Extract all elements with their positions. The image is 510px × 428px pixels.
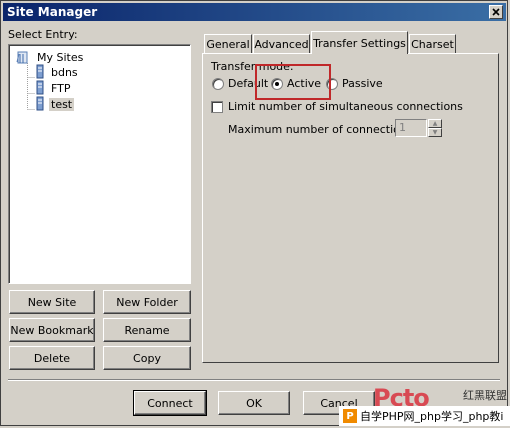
tree-item-test[interactable]: test <box>35 96 75 112</box>
new-folder-button[interactable]: New Folder <box>103 290 191 314</box>
tab-transfer-settings[interactable]: Transfer Settings <box>311 31 408 54</box>
server-icon <box>36 80 44 95</box>
watermark-bar: P 自学PHP网_php学习_php教i <box>339 406 510 426</box>
new-bookmark-button[interactable]: New Bookmark <box>9 318 95 342</box>
tree-item-label: test <box>49 97 75 111</box>
tree-item-label: bdns <box>51 65 78 79</box>
select-entry-label: Select Entry: <box>8 28 78 41</box>
annotation-highlight-box <box>255 64 331 100</box>
tree-item-my-sites[interactable]: My Sites <box>15 49 85 65</box>
limit-connections-checkbox[interactable] <box>211 101 223 113</box>
server-icon <box>36 64 44 79</box>
site-tree[interactable]: My Sites bdns FTP test <box>8 44 191 284</box>
tree-item-bdns[interactable]: bdns <box>35 64 80 80</box>
limit-connections-label[interactable]: Limit number of simultaneous connections <box>228 100 463 113</box>
server-icon <box>36 96 44 111</box>
close-button[interactable] <box>489 5 503 19</box>
tree-item-label: FTP <box>51 81 71 95</box>
window-title: Site Manager <box>7 5 98 19</box>
new-site-button[interactable]: New Site <box>9 290 95 314</box>
title-bar: Site Manager <box>3 3 506 21</box>
site-manager-window: Site Manager Select Entry: My Sites bdns… <box>0 0 510 426</box>
passive-radio-label[interactable]: Passive <box>342 77 383 90</box>
connect-button[interactable]: Connect <box>133 390 207 416</box>
watermark-text: 自学PHP网_php学习_php教i <box>360 410 504 423</box>
tree-item-label: My Sites <box>37 50 84 64</box>
watermark-logo-icon: P <box>343 409 357 423</box>
folder-open-icon <box>16 51 28 64</box>
rename-button[interactable]: Rename <box>103 318 191 342</box>
close-icon <box>492 8 500 16</box>
max-connections-input[interactable]: 1 <box>395 119 427 137</box>
tab-charset[interactable]: Charset <box>409 34 456 53</box>
spin-down-button[interactable]: ▼ <box>428 128 442 137</box>
watermark-side-text: 红黑联盟 <box>463 389 507 402</box>
default-radio[interactable] <box>212 78 224 90</box>
tab-general[interactable]: General <box>204 34 252 53</box>
copy-button[interactable]: Copy <box>103 346 191 370</box>
max-connections-label: Maximum number of connections: <box>228 123 417 136</box>
tree-item-ftp[interactable]: FTP <box>35 80 73 96</box>
footer-separator <box>8 379 500 381</box>
spin-up-button[interactable]: ▲ <box>428 119 442 128</box>
ok-button[interactable]: OK <box>218 391 290 415</box>
delete-button[interactable]: Delete <box>9 346 95 370</box>
tab-advanced[interactable]: Advanced <box>253 34 310 53</box>
